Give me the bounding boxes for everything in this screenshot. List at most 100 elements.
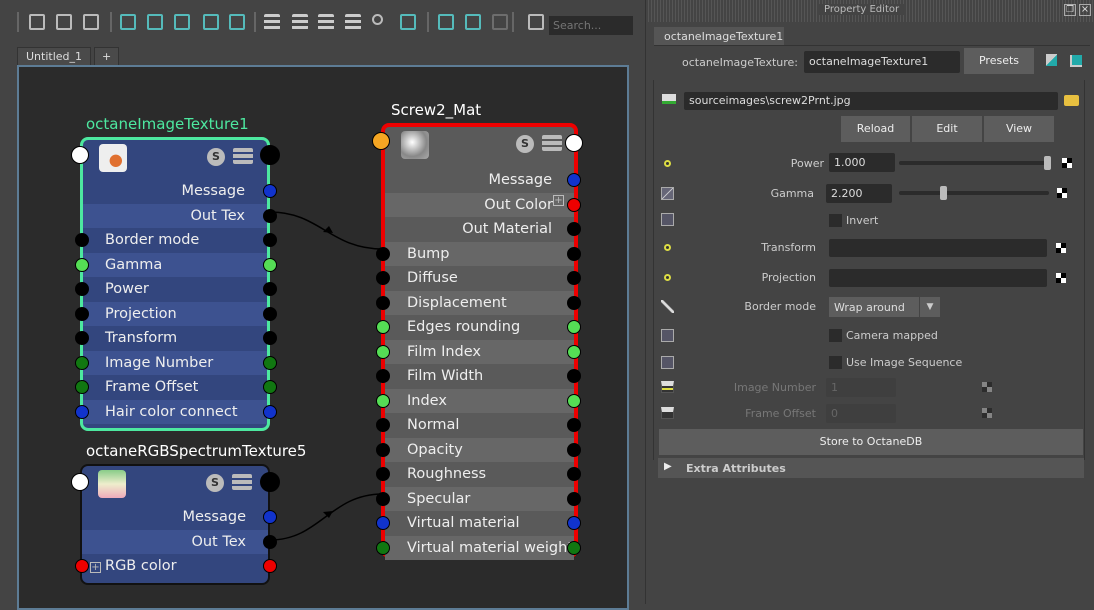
port-blue[interactable] [263,510,277,524]
expand-plus-icon[interactable]: + [90,562,101,573]
port-darkgreen[interactable] [75,380,89,394]
presets-button[interactable]: Presets [964,48,1034,74]
camera-mapped-checkbox[interactable] [829,329,842,342]
port-white[interactable] [565,134,583,152]
port-row-image-number[interactable]: Image Number [83,350,267,375]
port-black[interactable] [567,418,581,432]
port-black[interactable] [567,369,581,383]
port-row-gamma[interactable]: Gamma [83,252,267,277]
store-to-octanedb-button[interactable]: Store to OctaneDB [659,429,1083,455]
port-blue[interactable] [567,173,581,187]
gamma-field[interactable]: 2.200 [826,184,892,203]
port-black[interactable] [376,418,390,432]
port-row-roughness[interactable]: Roughness [385,462,574,486]
port-white[interactable] [71,473,89,491]
port-green[interactable] [567,393,581,408]
port-row-frame-offset[interactable]: Frame Offset [83,375,267,399]
port-darkgreen[interactable] [376,540,390,555]
port-blue[interactable] [263,184,277,198]
swatch-button[interactable]: S [206,474,224,492]
port-row-message[interactable]: Message [82,505,268,529]
node-rgb_texture[interactable]: S Message Out Tex + RGB color [80,464,270,585]
port-green[interactable] [263,257,277,272]
port-row-diffuse[interactable]: Diffuse [385,266,574,290]
port-row-border-mode[interactable]: Border mode [83,228,267,252]
port-blue[interactable] [567,516,581,530]
frame-offset-field[interactable]: 0 [826,404,896,423]
port-black[interactable] [263,282,277,296]
close-icon[interactable]: × [1079,4,1091,16]
show-input-icon[interactable] [1046,54,1057,66]
port-red[interactable] [567,197,581,212]
port-black[interactable] [376,246,390,261]
map-button-icon[interactable] [1056,243,1066,253]
port-black[interactable] [376,442,390,457]
node-material[interactable]: S Message Out Color+ Out Material Bump Diffus… [381,123,578,560]
port-darkgreen[interactable] [567,540,581,555]
port-row-displacement[interactable]: Displacement [385,290,574,315]
port-black[interactable] [263,208,277,223]
port-row-virtual-material-weight[interactable]: Virtual material weight [385,535,574,560]
port-black[interactable] [260,145,280,165]
file-path-field[interactable]: sourceimages\screw2Prnt.jpg [684,92,1058,110]
port-row-power[interactable]: Power [83,277,267,301]
port-row-transform[interactable]: Transform [83,326,267,350]
map-button-icon[interactable] [1056,273,1066,283]
port-row-out-tex[interactable]: Out Tex [83,203,267,228]
tab-octane-image-texture1[interactable]: octaneImageTexture1 [654,27,784,46]
port-black[interactable] [263,306,277,321]
port-row-message[interactable]: Message [83,179,267,203]
reload-button[interactable]: Reload [841,116,910,142]
border-mode-dropdown[interactable]: Wrap around [829,297,919,317]
port-row-film-index[interactable]: Film Index [385,339,574,364]
port-row-opacity[interactable]: Opacity [385,437,574,462]
port-black[interactable] [567,295,581,310]
port-green[interactable] [376,393,390,408]
port-black[interactable] [567,491,581,506]
image-number-field[interactable]: 1 [826,378,896,397]
port-black[interactable] [567,246,581,261]
port-black[interactable] [263,233,277,247]
power-field[interactable]: 1.000 [829,153,895,172]
gamma-slider-handle[interactable] [939,186,947,200]
swatch-button[interactable]: S [207,148,225,166]
node-menu-icon[interactable] [232,474,252,490]
port-white[interactable] [71,146,89,164]
transform-field[interactable] [829,239,1047,257]
port-black[interactable] [263,534,277,549]
port-row-virtual-material[interactable]: Virtual material [385,511,574,535]
port-darkgreen[interactable] [75,355,89,370]
edit-button[interactable]: Edit [912,116,982,142]
port-black[interactable] [376,491,390,506]
node-menu-icon[interactable] [542,135,562,151]
port-green[interactable] [75,257,89,272]
port-black[interactable] [75,306,89,321]
port-row-out-tex[interactable]: Out Tex [82,529,268,554]
port-black[interactable] [376,467,390,481]
port-row-hair-color-connect[interactable]: Hair color connect [83,399,267,424]
view-button[interactable]: View [984,116,1054,142]
port-row-bump[interactable]: Bump [385,241,574,266]
folder-icon[interactable] [1064,95,1079,106]
port-row-specular[interactable]: Specular [385,486,574,511]
port-black[interactable] [376,271,390,285]
port-row-edges-rounding[interactable]: Edges rounding [385,315,574,339]
port-row-normal[interactable]: Normal [385,413,574,437]
port-green[interactable] [376,344,390,359]
use-image-sequence-checkbox[interactable] [829,356,842,369]
port-green[interactable] [567,320,581,334]
port-green[interactable] [567,344,581,359]
copy-tab-icon[interactable] [1070,55,1082,67]
power-slider[interactable] [899,156,1051,170]
port-row-message[interactable]: Message [385,168,574,192]
port-row-index[interactable]: Index [385,388,574,413]
port-black[interactable] [260,472,280,492]
port-blue[interactable] [263,404,277,419]
port-blue[interactable] [75,404,89,419]
node-name-field[interactable]: octaneImageTexture1 [804,51,960,73]
port-red[interactable] [75,559,89,573]
port-black[interactable] [567,467,581,481]
node-image_texture[interactable]: S Message Out Tex Border mode Gamma Power Proj… [80,137,270,431]
port-row-film-width[interactable]: Film Width [385,364,574,388]
projection-field[interactable] [829,269,1047,287]
